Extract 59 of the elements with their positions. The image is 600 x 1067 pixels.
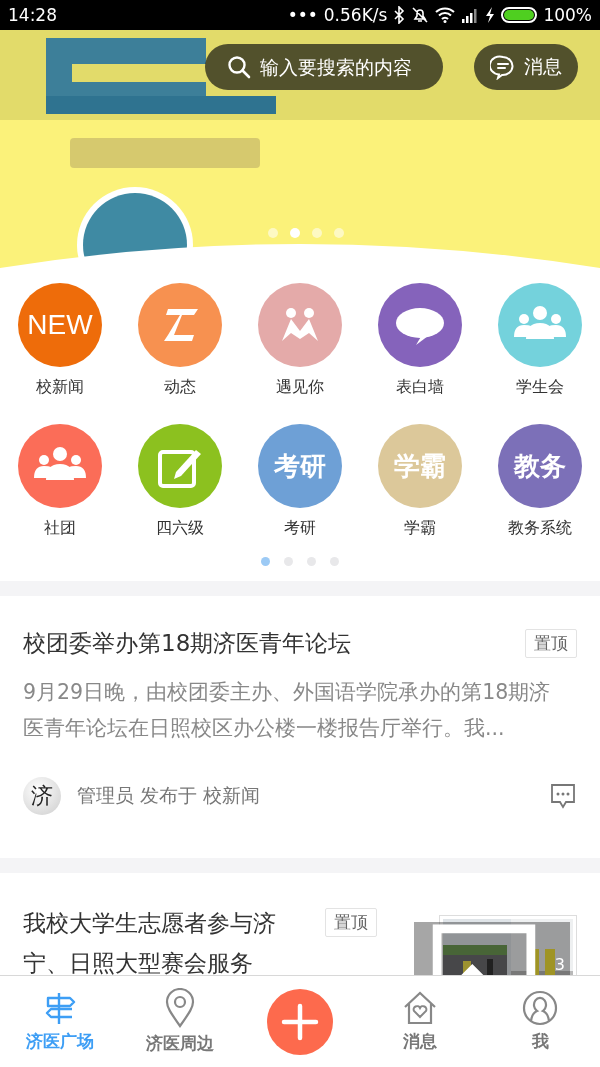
nav-tab[interactable]: 济医周边 — [120, 976, 240, 1067]
post-title: 校团委举办第18期济医青年论坛 — [23, 629, 352, 658]
messages-button[interactable]: 消息 — [474, 44, 578, 90]
app-icon: 考研 — [258, 424, 342, 508]
page-dot[interactable] — [261, 557, 270, 566]
app-icon: 学霸 — [378, 424, 462, 508]
app-label: 四六级 — [156, 518, 204, 539]
post-author: 管理员 发布于 校新闻 — [77, 783, 262, 808]
wifi-icon — [435, 7, 456, 23]
app-shortcut[interactable]: 表白墙 — [360, 283, 480, 398]
app-label: 表白墙 — [396, 377, 444, 398]
app-label: 遇见你 — [276, 377, 324, 398]
post-card[interactable]: 校团委举办第18期济医青年论坛 置顶 9月29日晚，由校团委主办、外国语学院承办的第18期济医青年论坛在日照校区办公楼一楼报告厅举行。我... 济 管理员 发布于 校新闻 — [0, 596, 600, 858]
carousel-dot[interactable] — [290, 228, 300, 238]
carousel-dot[interactable] — [334, 228, 344, 238]
post-excerpt: 9月29日晚，由校团委主办、外国语学院承办的第18期济医青年论坛在日照校区办公楼一楼报告厅举行。我... — [23, 679, 552, 742]
app-shortcut[interactable]: 遇见你 — [240, 283, 360, 398]
bluetooth-icon — [393, 6, 406, 24]
app-shortcut[interactable]: 学霸 学霸 — [360, 424, 480, 539]
post-title: 我校大学生志愿者参与济宁、日照大型赛会服务 — [23, 909, 277, 975]
app-label: 教务系统 — [508, 518, 572, 539]
app-label: 学霸 — [404, 518, 436, 539]
house-heart-icon — [402, 990, 438, 1026]
search-icon — [227, 55, 251, 79]
charging-icon — [485, 7, 496, 23]
more-indicator: ••• — [287, 5, 318, 25]
app-shortcut[interactable]: 社团 — [0, 424, 120, 539]
app-label: 社团 — [44, 518, 76, 539]
app-label: 学生会 — [516, 377, 564, 398]
battery-percent: 100% — [543, 5, 592, 25]
avatar: 济 — [23, 777, 61, 815]
app-shortcut[interactable]: 四六级 — [120, 424, 240, 539]
carousel-dot[interactable] — [268, 228, 278, 238]
app-label: 考研 — [284, 518, 316, 539]
nav-tab[interactable]: 消息 — [360, 976, 480, 1067]
battery-icon — [501, 7, 538, 23]
app-label: 校新闻 — [36, 377, 84, 398]
plus-icon — [280, 1001, 320, 1042]
comment-icon[interactable] — [549, 783, 577, 809]
pinned-tag: 置顶 — [525, 629, 577, 658]
pinned-tag: 置顶 — [325, 908, 377, 937]
app-shortcut[interactable]: NEW 校新闻 — [0, 283, 120, 398]
muted-bell-icon — [411, 6, 430, 24]
app-shortcut[interactable]: 教务 教务系统 — [480, 424, 600, 539]
carousel-dot[interactable] — [312, 228, 322, 238]
network-speed: 0.56K/s — [323, 5, 388, 25]
search-field[interactable]: 输入要搜索的内容 — [205, 44, 443, 90]
signal-icon — [461, 7, 480, 23]
image-count: 3 — [554, 954, 565, 974]
app-icon: NEW — [18, 283, 102, 367]
app-shortcut[interactable]: 学生会 — [480, 283, 600, 398]
app-icon: 教务 — [498, 424, 582, 508]
nav-tab[interactable]: 我 — [480, 976, 600, 1067]
profile-icon — [522, 990, 558, 1026]
clock: 14:28 — [8, 5, 57, 25]
app-shortcut[interactable]: 考研 考研 — [240, 424, 360, 539]
app-shortcut[interactable]: 动态 — [120, 283, 240, 398]
chat-bubble-icon — [490, 54, 516, 80]
app-label: 动态 — [164, 377, 196, 398]
